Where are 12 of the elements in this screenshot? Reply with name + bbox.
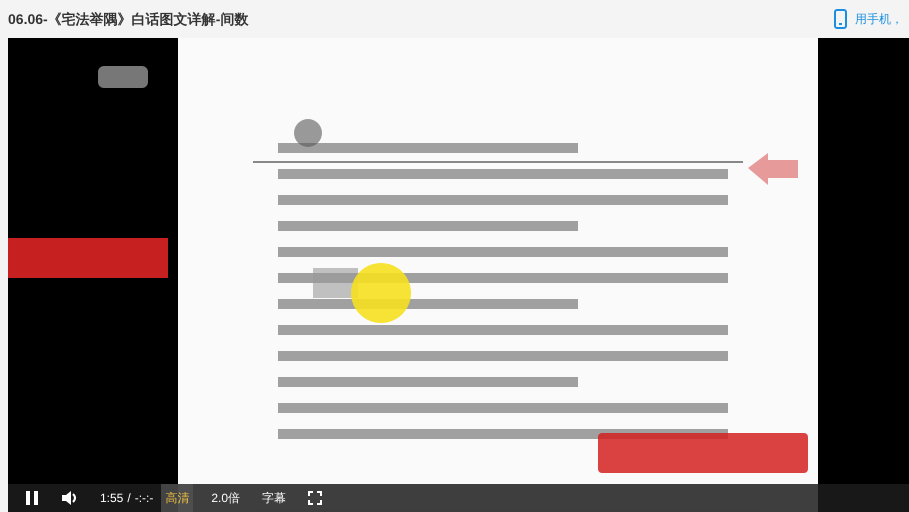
video-title: 06.06-《宅法举隅》白话图文详解-间数: [8, 10, 248, 28]
fullscreen-button[interactable]: [308, 490, 324, 506]
duration: -:-:-: [134, 490, 154, 507]
player-option-button[interactable]: 字幕: [258, 484, 290, 512]
fullscreen-icon: [308, 491, 322, 505]
player-option-button[interactable]: 高清: [161, 484, 194, 512]
pause-button[interactable]: [24, 490, 40, 506]
current-time: 1:55: [100, 490, 124, 507]
phone-icon: [834, 9, 847, 29]
player-option-button[interactable]: 2.0倍: [207, 484, 244, 512]
pause-icon: [26, 491, 38, 505]
time-separator: /: [127, 490, 131, 507]
